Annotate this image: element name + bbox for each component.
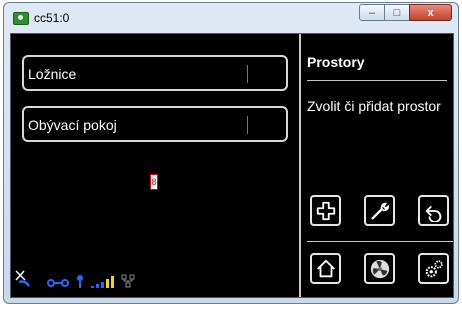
home-button[interactable] — [310, 253, 341, 284]
antenna-icon — [77, 275, 83, 288]
panel-divider — [299, 34, 301, 297]
panel-title-rule — [307, 80, 447, 81]
room-label: Ložnice — [28, 66, 77, 82]
room-separator — [247, 65, 248, 83]
room-label: Obývací pokoj — [28, 117, 117, 133]
network-icon — [121, 274, 135, 288]
fan-icon — [370, 259, 389, 278]
gears-icon — [425, 259, 443, 277]
client-area: Ložnice Obývací pokoj 8 Prostory Zvolit … — [10, 33, 454, 298]
toolbar-rule — [307, 241, 453, 242]
tools-icon — [15, 270, 31, 287]
add-room-button[interactable] — [310, 195, 341, 226]
room-separator — [247, 116, 248, 134]
app-icon — [13, 12, 29, 25]
window-title: cc51:0 — [34, 11, 70, 25]
room-item-loznice[interactable]: Ložnice — [22, 55, 288, 91]
home-icon — [316, 259, 335, 277]
maximize-button[interactable]: □ — [384, 4, 410, 21]
window-controls: – □ x — [359, 4, 452, 21]
signal-icon — [91, 276, 114, 288]
status-bar — [15, 266, 135, 288]
title-bar[interactable]: cc51:0 – □ x — [4, 3, 458, 33]
fan-button[interactable] — [364, 253, 395, 284]
app-window: cc51:0 – □ x Ložnice Obývací pokoj 8 Pro… — [3, 2, 459, 304]
room-item-obyvaci-pokoj[interactable]: Obývací pokoj — [22, 106, 288, 142]
red-marker: 8 — [150, 174, 158, 190]
wrench-icon — [371, 202, 389, 219]
back-button[interactable] — [418, 195, 449, 226]
undo-icon — [425, 205, 441, 222]
link-icon — [47, 279, 69, 287]
minimize-button[interactable]: – — [359, 4, 385, 21]
panel-description: Zvolit či přidat prostor — [307, 98, 441, 114]
plus-icon — [316, 201, 335, 220]
edit-room-button[interactable] — [364, 195, 395, 226]
settings-button[interactable] — [418, 253, 449, 284]
panel-title: Prostory — [307, 54, 365, 70]
close-button[interactable]: x — [409, 4, 452, 21]
